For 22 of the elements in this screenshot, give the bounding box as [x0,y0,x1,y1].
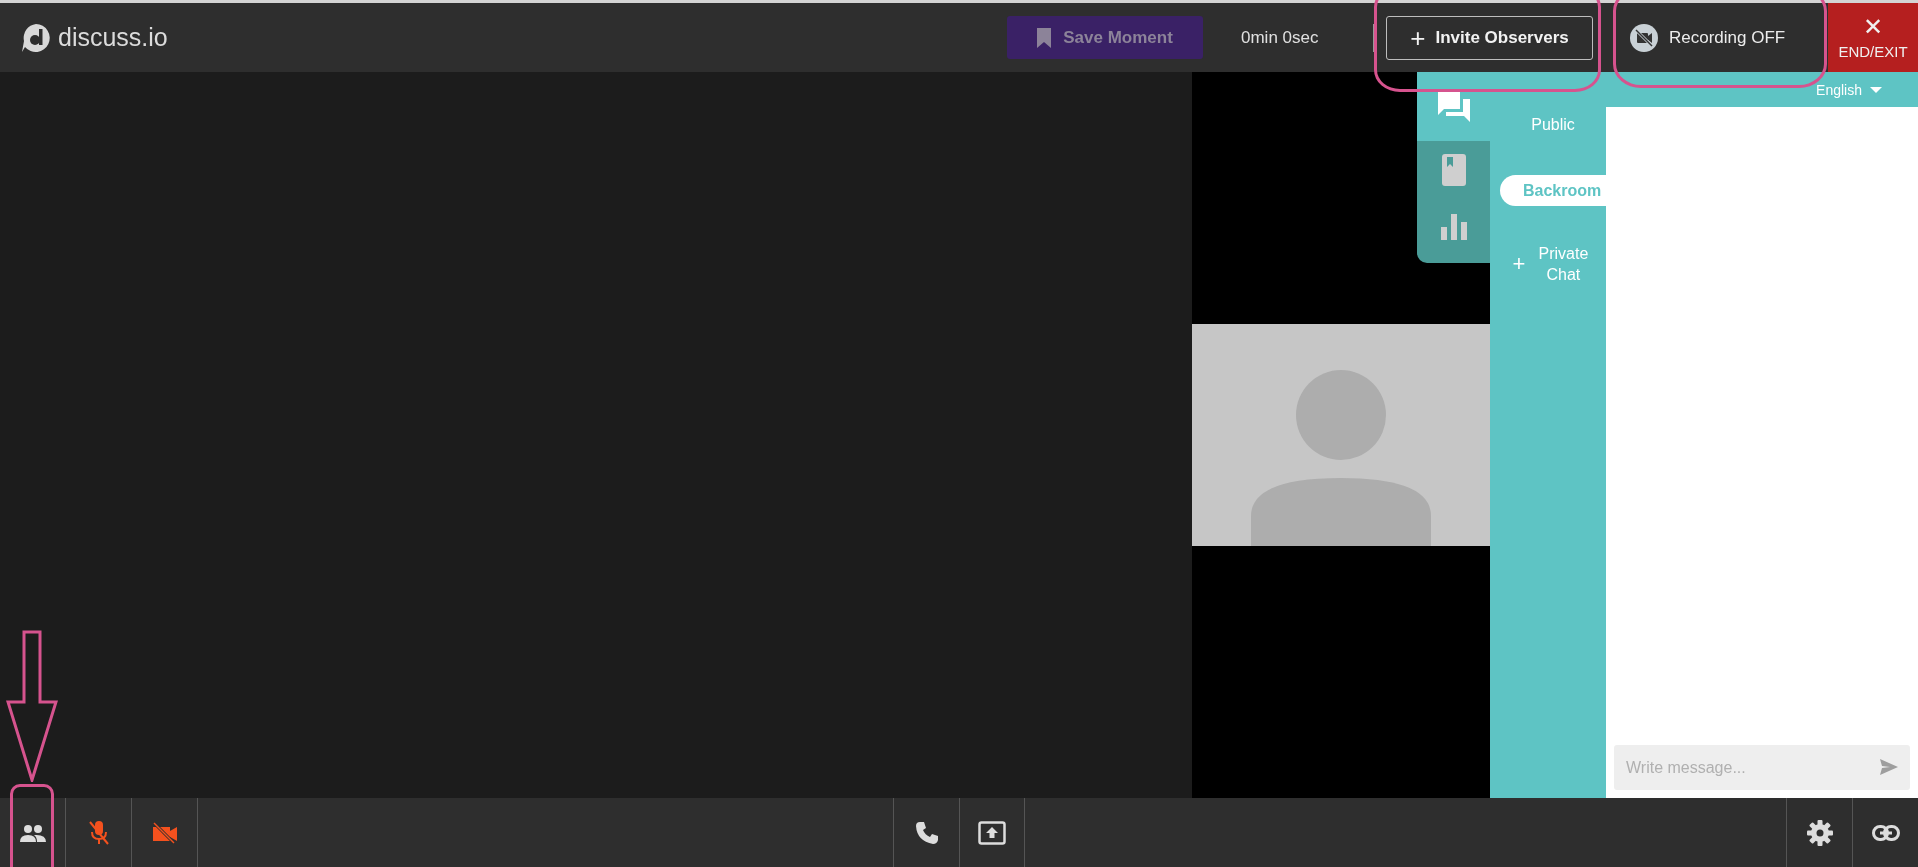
bar-chart-icon [1440,213,1467,240]
microphone-icon [88,820,109,845]
recording-toggle[interactable]: Recording OFF [1621,15,1817,60]
notebook-icon [1440,152,1467,187]
people-icon [19,823,46,842]
screen-upload-icon [978,820,1006,845]
logo-text: discuss.io [58,23,168,52]
logo-icon [21,22,51,53]
chat-bubbles-icon [1436,90,1471,123]
chat-tab[interactable] [1417,72,1490,141]
link-icon [1871,824,1900,841]
chat-channel-tab[interactable]: Backroom [1500,175,1606,206]
bookmark-icon [1037,27,1052,48]
camera-icon [151,821,178,844]
end-exit-button[interactable]: ✕ END/EXIT [1828,3,1918,72]
phone-icon [914,820,939,845]
timer: 0min 0sec [1241,27,1320,48]
invite-observers-button[interactable]: + Invite Observers [1386,15,1593,60]
chat-channel-tab[interactable]: Public [1500,107,1606,141]
send-icon[interactable] [1880,759,1898,775]
language-dropdown[interactable]: English [1816,81,1882,98]
message-field[interactable]: Write message... [1614,745,1910,790]
